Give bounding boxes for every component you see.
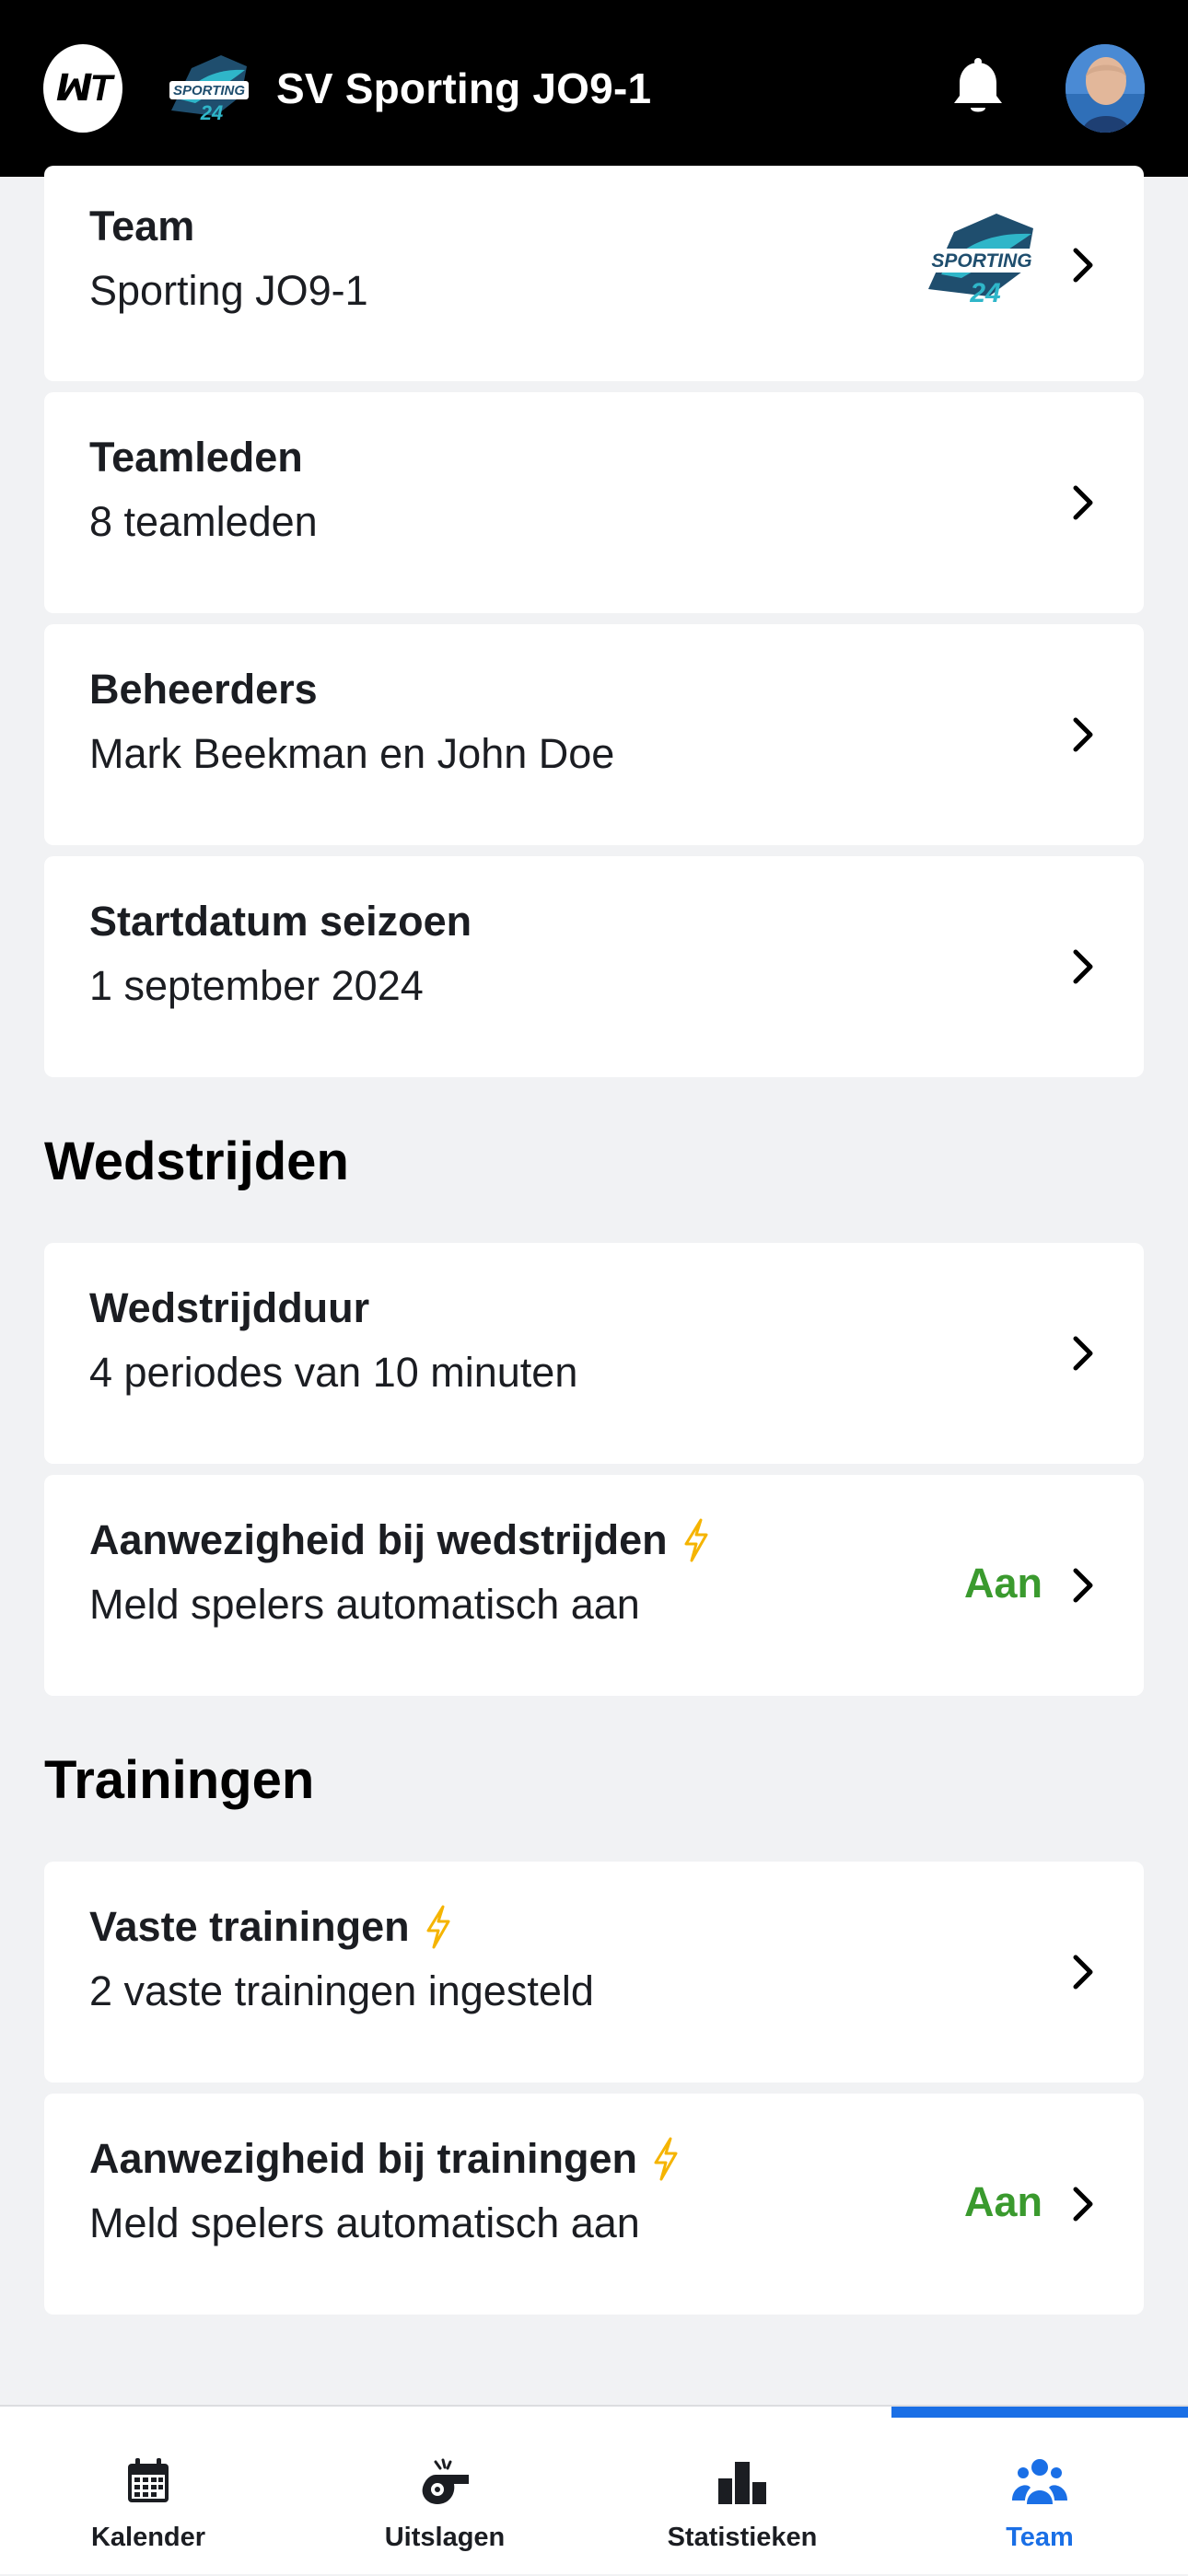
card-value: 8 teamleden xyxy=(89,498,318,545)
card-label-row: Aanwezigheid bij trainingen xyxy=(89,2135,681,2183)
tab-label: Team xyxy=(1006,2523,1074,2552)
chevron-right-icon xyxy=(1073,1568,1093,1603)
chevron-right-icon xyxy=(1073,485,1093,520)
svg-text:SPORTING: SPORTING xyxy=(173,83,245,99)
avatar[interactable] xyxy=(1066,44,1145,133)
card-label: Teamleden xyxy=(89,434,303,481)
status-on-label: Aan xyxy=(963,2178,1042,2225)
card-value: Mark Beekman en John Doe xyxy=(89,730,615,777)
chevron-right-icon xyxy=(1073,248,1093,283)
card-value: Meld spelers automatisch aan xyxy=(89,1581,640,1628)
card-value: 1 september 2024 xyxy=(89,962,424,1009)
card-label: Vaste trainingen xyxy=(89,1903,410,1950)
bottom-tab-bar: Kalender Uitslagen Statistieken Team xyxy=(0,2405,1188,2574)
chevron-right-icon xyxy=(1073,1336,1093,1371)
chevron-right-icon xyxy=(1073,949,1093,984)
section-heading-trainingen: Trainingen xyxy=(44,1750,315,1810)
card-value: Meld spelers automatisch aan xyxy=(89,2199,640,2246)
card-label-row: Aanwezigheid bij wedstrijden xyxy=(89,1516,712,1564)
lightning-bolt-icon xyxy=(654,2137,678,2181)
tab-statistieken[interactable]: Statistieken xyxy=(594,2407,891,2576)
page-title: SV Sporting JO9-1 xyxy=(276,64,652,112)
card-value: 4 periodes van 10 minuten xyxy=(89,1349,578,1396)
chevron-right-icon xyxy=(1073,717,1093,752)
card-team[interactable]: Team Sporting JO9-1 SPORTING 24 xyxy=(44,166,1144,381)
tab-label: Statistieken xyxy=(667,2523,818,2552)
card-teamleden[interactable]: Teamleden 8 teamleden xyxy=(44,392,1144,613)
card-wedstrijdduur[interactable]: Wedstrijdduur 4 periodes van 10 minuten xyxy=(44,1243,1144,1464)
team-icon xyxy=(1012,2459,1067,2504)
chevron-right-icon xyxy=(1073,1955,1093,1990)
calendar-icon xyxy=(128,2458,169,2502)
card-label: Team xyxy=(89,203,195,249)
card-aanwezigheid-wedstrijden[interactable]: Aanwezigheid bij wedstrijden Meld speler… xyxy=(44,1475,1144,1696)
tab-label: Uitslagen xyxy=(384,2523,506,2552)
status-on-label: Aan xyxy=(963,1560,1042,1607)
whistle-icon xyxy=(422,2458,469,2504)
app-logo-text: ꟽT xyxy=(55,68,112,109)
card-beheerders[interactable]: Beheerders Mark Beekman en John Doe xyxy=(44,624,1144,845)
card-value: 2 vaste trainingen ingesteld xyxy=(89,1967,594,2014)
app-header: ꟽT SPORTING 24 SV Sporting JO9-1 xyxy=(0,0,1188,177)
svg-text:24: 24 xyxy=(969,278,1001,308)
card-label: Beheerders xyxy=(89,666,318,713)
bar-chart-icon xyxy=(718,2462,766,2504)
card-label: Aanwezigheid bij wedstrijden xyxy=(89,1516,668,1563)
tab-kalender[interactable]: Kalender xyxy=(0,2407,297,2576)
svg-text:SPORTING: SPORTING xyxy=(931,250,1031,272)
tab-label: Kalender xyxy=(90,2523,206,2552)
bell-icon[interactable] xyxy=(949,57,1007,120)
chevron-right-icon xyxy=(1073,2187,1093,2222)
section-heading-wedstrijden: Wedstrijden xyxy=(44,1131,349,1191)
lightning-bolt-icon xyxy=(426,1905,450,1949)
svg-text:24: 24 xyxy=(200,101,223,124)
card-vaste-trainingen[interactable]: Vaste trainingen 2 vaste trainingen inge… xyxy=(44,1862,1144,2083)
user-avatar-icon xyxy=(1066,44,1145,133)
app-logo[interactable]: ꟽT xyxy=(43,44,122,133)
tab-uitslagen[interactable]: Uitslagen xyxy=(297,2407,593,2576)
card-value: Sporting JO9-1 xyxy=(89,267,368,314)
card-label: Wedstrijdduur xyxy=(89,1284,370,1331)
card-label-row: Vaste trainingen xyxy=(89,1903,454,1951)
card-startdatum-seizoen[interactable]: Startdatum seizoen 1 september 2024 xyxy=(44,856,1144,1077)
card-aanwezigheid-trainingen[interactable]: Aanwezigheid bij trainingen Meld spelers… xyxy=(44,2094,1144,2315)
tab-team[interactable]: Team xyxy=(891,2407,1188,2576)
card-label: Aanwezigheid bij trainingen xyxy=(89,2135,638,2182)
team-logo-icon: SPORTING 24 xyxy=(925,214,1039,308)
lightning-bolt-icon xyxy=(684,1518,708,1562)
card-label: Startdatum seizoen xyxy=(89,898,472,945)
team-logo-icon: SPORTING 24 xyxy=(169,55,249,124)
